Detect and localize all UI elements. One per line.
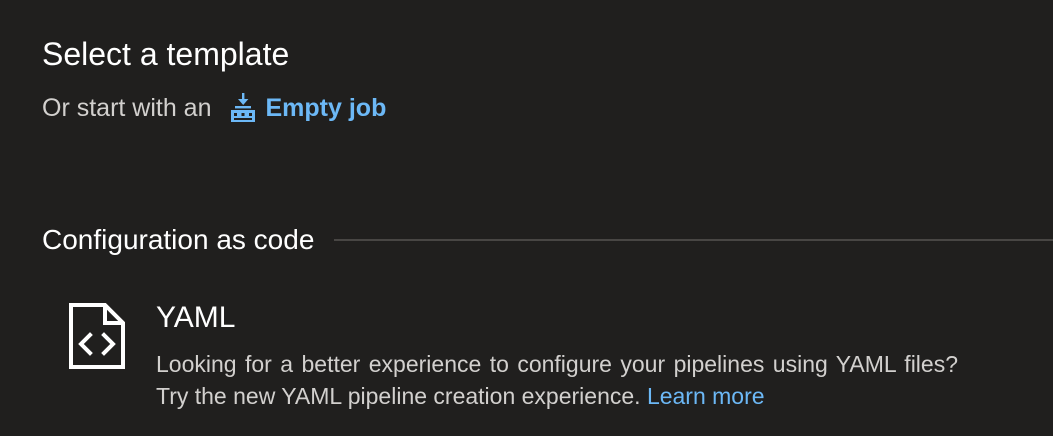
template-selection-panel: Select a template Or start with an Empty…: [0, 0, 1053, 436]
start-prefix-text: Or start with an: [42, 93, 212, 122]
empty-job-label: Empty job: [265, 93, 387, 122]
section-title: Configuration as code: [42, 224, 315, 255]
code-file-icon: [69, 303, 125, 369]
yaml-description: Looking for a better experience to confi…: [156, 348, 958, 412]
yaml-title: YAML: [156, 301, 236, 334]
pipeline-job-icon: [230, 93, 255, 122]
learn-more-link[interactable]: Learn more: [647, 383, 765, 409]
section-divider: [334, 239, 1053, 241]
section-header: Configuration as code: [42, 220, 1053, 260]
empty-job-link[interactable]: Empty job: [230, 93, 387, 123]
start-options-row: Or start with an Empty job: [42, 90, 386, 126]
yaml-template-card[interactable]: YAML Looking for a better experience to …: [68, 298, 968, 418]
yaml-description-text: Looking for a better experience to confi…: [156, 351, 958, 409]
page-title: Select a template: [42, 36, 290, 72]
